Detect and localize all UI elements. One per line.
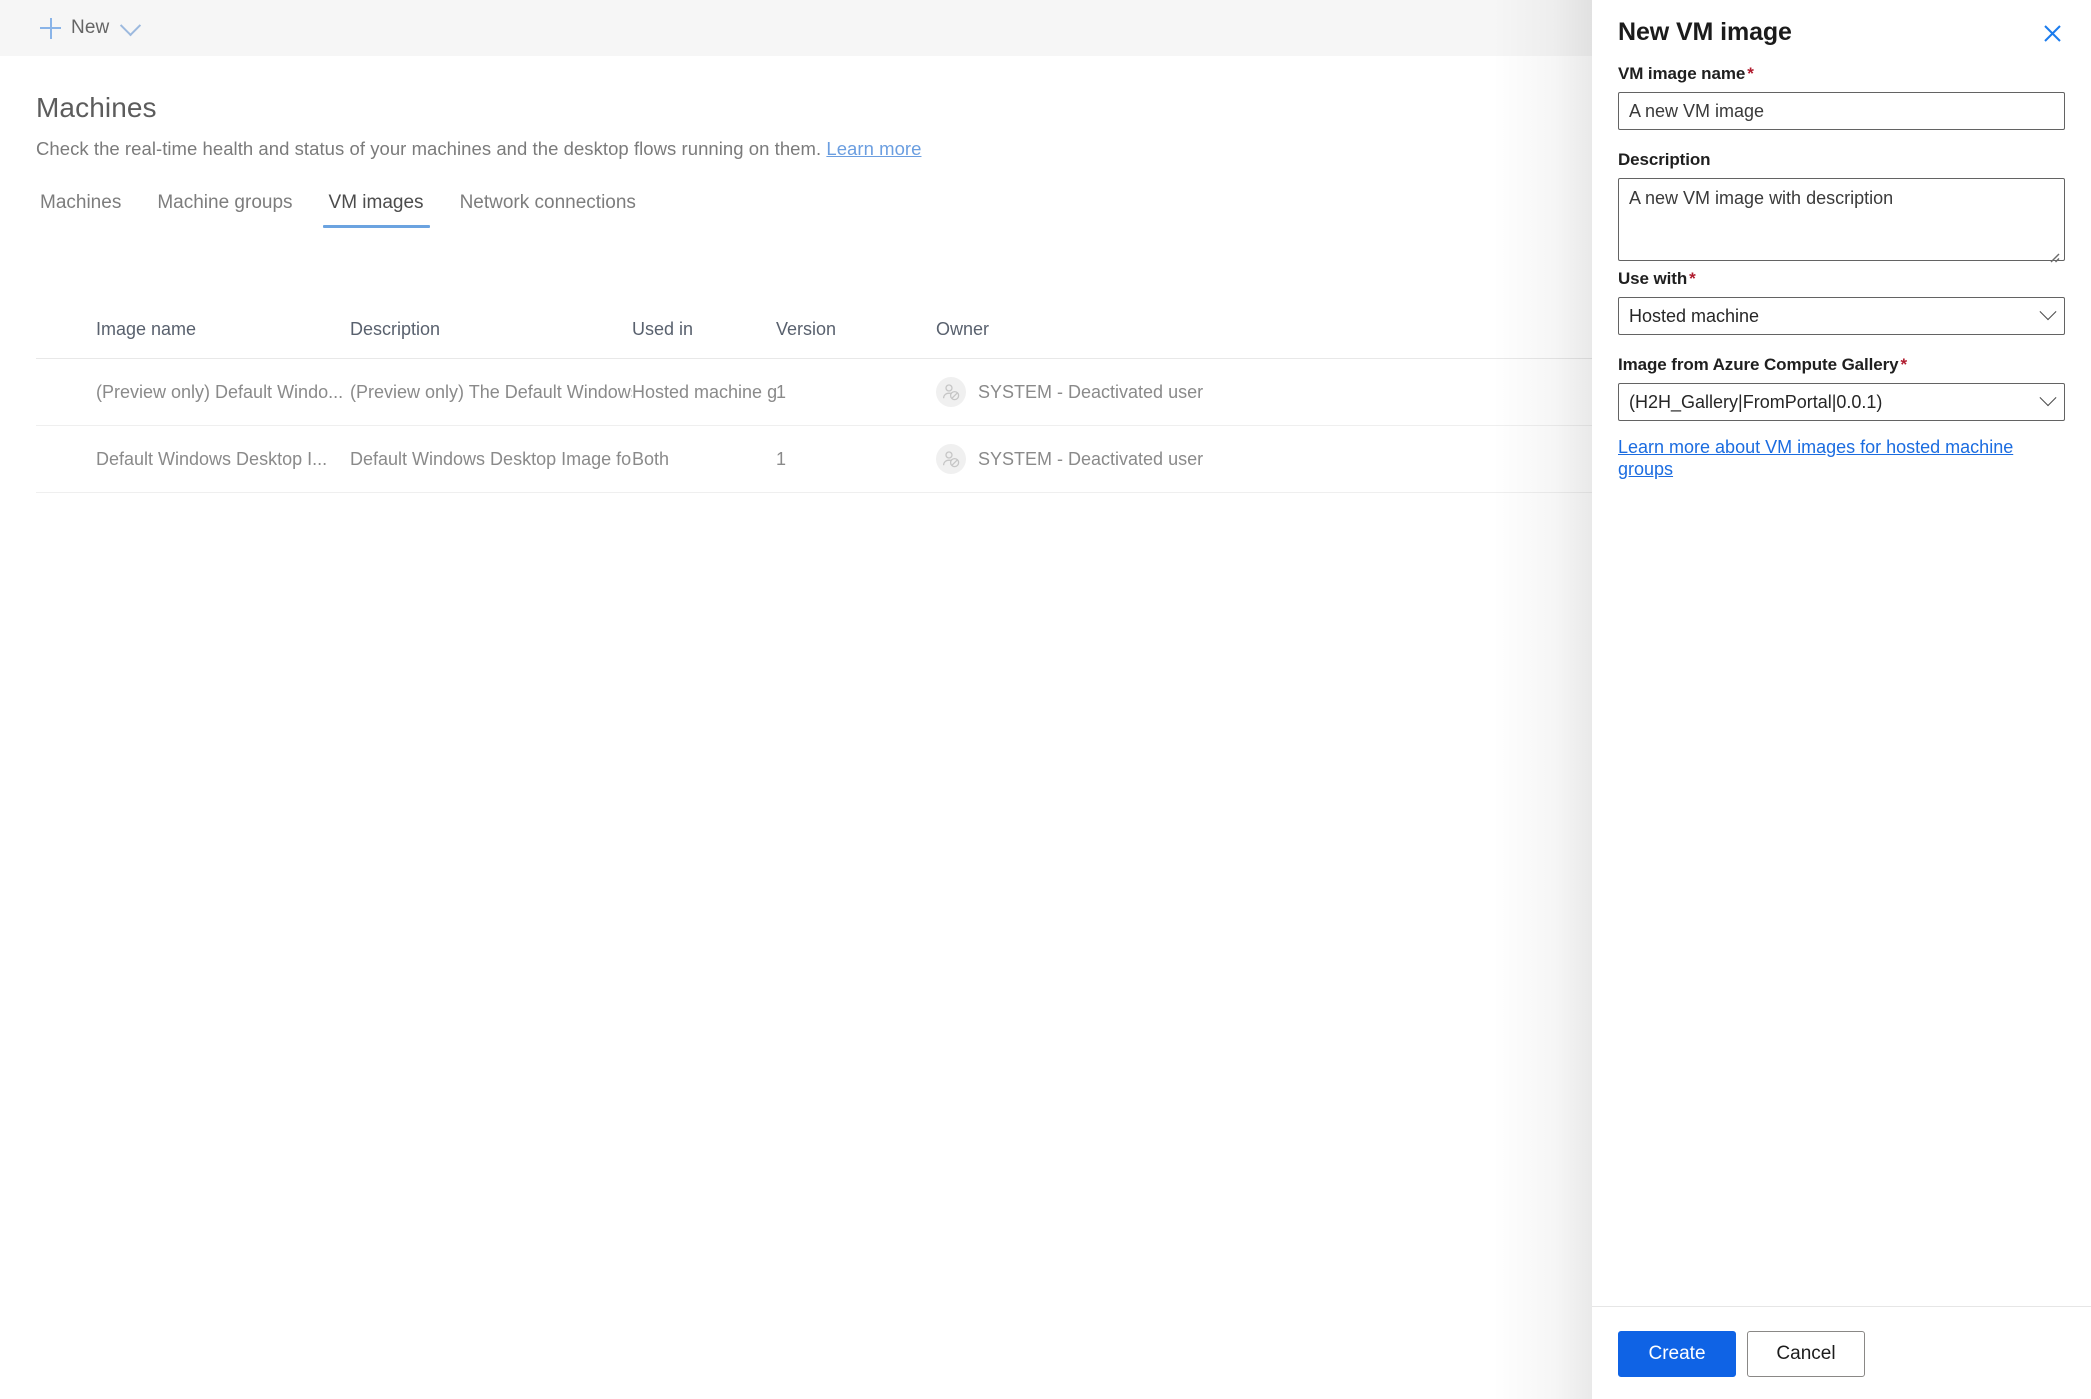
learn-more-link[interactable]: Learn more	[826, 138, 921, 159]
required-marker: *	[1747, 64, 1754, 83]
description-textarea[interactable]	[1618, 178, 2065, 261]
vm-images-table: Image name Description Used in Version O…	[36, 300, 1592, 493]
footer-divider	[1592, 1306, 2091, 1307]
vm-image-name-label: VM image name *	[1618, 64, 2065, 84]
description-label: Description	[1618, 150, 1711, 169]
panel-title: New VM image	[1618, 18, 1792, 46]
cell-used-in: Both	[632, 448, 670, 469]
cell-description: (Preview only) The Default Windows Desk.…	[350, 381, 632, 402]
page-subtitle: Check the real-time health and status of…	[36, 138, 921, 160]
page-subtitle-text: Check the real-time health and status of…	[36, 138, 822, 159]
cell-version: 1	[776, 381, 787, 402]
cell-version: 1	[776, 448, 787, 469]
cancel-button[interactable]: Cancel	[1747, 1331, 1865, 1377]
tab-bar: Machines Machine groups VM images Networ…	[36, 192, 654, 228]
tab-label: VM images	[328, 192, 424, 213]
owner-name: SYSTEM - Deactivated user	[978, 448, 1204, 469]
column-header-version[interactable]: Version	[776, 319, 936, 340]
label-text: VM image name	[1618, 64, 1746, 83]
gallery-image-select[interactable]: (H2H_Gallery|FromPortal|0.0.1)	[1618, 383, 2065, 421]
column-header-image-name[interactable]: Image name	[36, 319, 350, 340]
use-with-label: Use with *	[1618, 269, 2065, 289]
use-with-value: Hosted machine	[1629, 305, 1760, 326]
gallery-image-value: (H2H_Gallery|FromPortal|0.0.1)	[1629, 391, 1883, 412]
cell-image-name: Default Windows Desktop I...	[96, 448, 328, 469]
chevron-down-icon	[2039, 303, 2057, 321]
cell-owner: SYSTEM - Deactivated user	[936, 377, 1456, 407]
tab-label: Machines	[40, 192, 122, 213]
page-title: Machines	[36, 92, 157, 123]
tab-label: Network connections	[459, 192, 636, 213]
field-gallery-image: Image from Azure Compute Gallery * (H2H_G…	[1618, 355, 2065, 421]
tab-machine-groups[interactable]: Machine groups	[139, 192, 310, 228]
field-use-with: Use with * Hosted machine	[1618, 269, 2065, 335]
required-marker: *	[1689, 269, 1696, 288]
description-wrapper	[1618, 178, 2065, 266]
cell-used-in: Hosted machine group	[632, 381, 776, 402]
required-marker: *	[1900, 355, 1908, 374]
column-header-used-in[interactable]: Used in	[632, 319, 776, 340]
new-vm-image-panel: New VM image VM image name* Description	[1592, 0, 2091, 1399]
tab-machines[interactable]: Machines	[36, 192, 139, 228]
machines-page: New Machines Check the real-time health …	[0, 0, 1592, 1399]
chevron-down-icon	[120, 14, 142, 36]
tab-network-connections[interactable]: Network connections	[442, 192, 654, 228]
create-button[interactable]: Create	[1618, 1331, 1736, 1377]
gallery-image-label: Image from Azure Compute Gallery *	[1618, 355, 2065, 375]
chevron-down-icon	[2039, 389, 2057, 407]
label-text: Image from Azure Compute Gallery	[1618, 355, 1899, 374]
field-vm-image-name: VM image name *	[1618, 64, 2065, 130]
deactivated-user-icon	[936, 377, 966, 407]
vm-images-help-link[interactable]: Learn more about VM images for hosted ma…	[1618, 436, 2073, 480]
table-header-row: Image name Description Used in Version O…	[36, 300, 1592, 359]
new-button[interactable]: New	[34, 13, 144, 43]
deactivated-user-icon	[936, 444, 966, 474]
close-icon[interactable]	[2035, 16, 2069, 50]
label-text: Use with	[1618, 269, 1688, 288]
table-row[interactable]: Default Windows Desktop I... Default Win…	[36, 426, 1592, 493]
owner-name: SYSTEM - Deactivated user	[978, 381, 1204, 402]
cell-image-name: (Preview only) Default Windo...	[96, 381, 344, 402]
new-button-label: New	[71, 17, 110, 38]
tab-label: Machine groups	[157, 192, 293, 213]
tab-vm-images[interactable]: VM images	[311, 192, 442, 228]
column-header-description[interactable]: Description	[350, 319, 632, 340]
vm-image-name-input[interactable]	[1618, 92, 2065, 130]
panel-footer: Create Cancel	[1618, 1331, 1865, 1377]
table-row[interactable]: (Preview only) Default Windo... (Preview…	[36, 359, 1592, 426]
plus-icon	[40, 17, 61, 39]
field-description: Description	[1618, 150, 2065, 266]
panel-header: New VM image	[1618, 18, 2069, 50]
column-header-owner[interactable]: Owner	[936, 319, 1456, 340]
cell-owner: SYSTEM - Deactivated user	[936, 444, 1456, 474]
use-with-select[interactable]: Hosted machine	[1618, 297, 2065, 335]
cell-description: Default Windows Desktop Image for use i.…	[350, 448, 632, 469]
command-bar: New	[0, 0, 1592, 56]
